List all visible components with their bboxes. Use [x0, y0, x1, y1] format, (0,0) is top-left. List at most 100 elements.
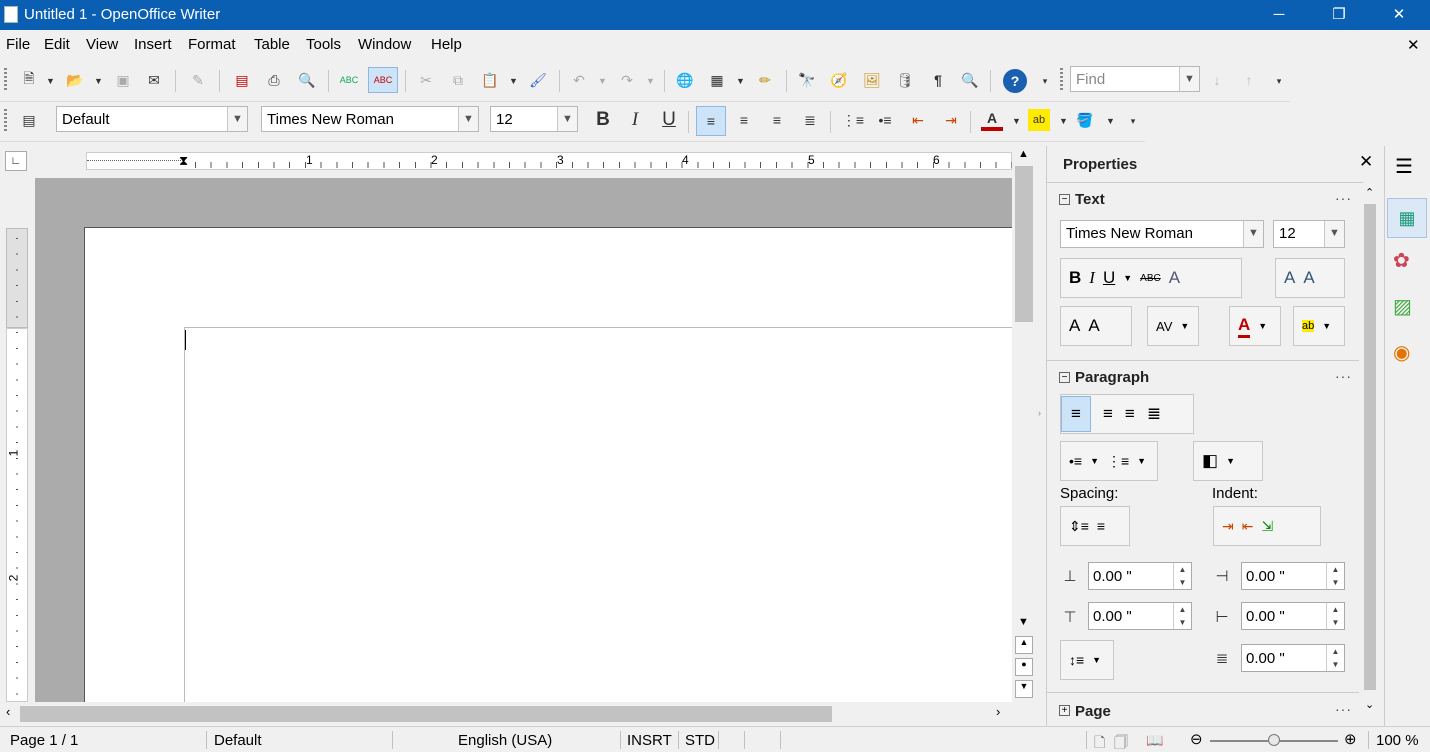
- find-toolbar-grip[interactable]: [1060, 68, 1063, 92]
- previous-page-icon[interactable]: ▲: [1015, 636, 1033, 654]
- find-dropdown-icon[interactable]: ▼: [1179, 67, 1199, 91]
- toolbar-options-icon[interactable]: ▾: [1038, 70, 1052, 92]
- menu-table[interactable]: Table: [254, 36, 290, 53]
- page-count[interactable]: Page 1 / 1: [10, 732, 78, 749]
- multi-page-view-icon[interactable]: 🗍: [1114, 732, 1128, 752]
- selection-mode[interactable]: STD: [685, 732, 715, 749]
- subscript-icon[interactable]: A: [1088, 316, 1099, 336]
- scroll-right-icon[interactable]: ›: [996, 704, 1000, 719]
- increase-font-icon[interactable]: A: [1284, 268, 1295, 288]
- menu-insert[interactable]: Insert: [134, 36, 172, 53]
- sidebar-decrease-indent-icon[interactable]: ⇤: [1242, 518, 1254, 535]
- auto-spellcheck-icon[interactable]: ABC: [368, 67, 398, 93]
- above-spacing-input[interactable]: 0.00 " ▲ ▼: [1088, 562, 1192, 590]
- close-document-button[interactable]: ✕: [1407, 36, 1420, 54]
- text-section-toggle[interactable]: −: [1059, 194, 1070, 205]
- paste-dropdown-icon[interactable]: ▼: [509, 76, 518, 86]
- justify-icon[interactable]: ≣: [799, 109, 821, 131]
- data-sources-icon[interactable]: 🛢: [894, 69, 916, 91]
- align-left-icon[interactable]: ≡: [696, 106, 726, 136]
- email-icon[interactable]: ✉: [143, 69, 165, 91]
- strikethrough-icon[interactable]: ABC: [1140, 273, 1161, 284]
- menu-edit[interactable]: Edit: [44, 36, 70, 53]
- sidebar-menu-icon[interactable]: ☰: [1395, 154, 1413, 179]
- decrease-font-icon[interactable]: A: [1303, 268, 1314, 288]
- gallery-tab-icon[interactable]: ▨: [1393, 294, 1412, 319]
- after-indent-input[interactable]: 0.00 " ▲ ▼: [1241, 602, 1345, 630]
- vertical-ruler[interactable]: 1 2: [0, 176, 35, 702]
- paragraph-background-icon[interactable]: ◧: [1202, 451, 1218, 471]
- scroll-up-icon[interactable]: ▲: [1018, 148, 1029, 160]
- text-section-title[interactable]: Text: [1075, 191, 1105, 208]
- next-page-icon[interactable]: ▼: [1015, 680, 1033, 698]
- print-icon[interactable]: ⎙: [263, 69, 285, 91]
- zoom-slider-handle[interactable]: [1268, 734, 1280, 746]
- help-icon[interactable]: ?: [1003, 69, 1027, 93]
- sidebar-numbering-icon[interactable]: ⋮≡: [1107, 453, 1129, 470]
- toolbar-grip[interactable]: [4, 109, 7, 133]
- paragraph-section-title[interactable]: Paragraph: [1075, 369, 1149, 386]
- sidebar-splitter[interactable]: ›: [1036, 146, 1046, 726]
- scroll-down-icon[interactable]: ▼: [1018, 616, 1029, 628]
- undo-dropdown-icon[interactable]: ▼: [598, 76, 607, 86]
- insert-mode[interactable]: INSRT: [627, 732, 672, 749]
- language[interactable]: English (USA): [458, 732, 552, 749]
- horizontal-scrollbar[interactable]: ‹ ›: [0, 702, 1036, 726]
- superscript-icon[interactable]: A: [1069, 316, 1080, 336]
- edit-file-icon[interactable]: ✎: [187, 69, 209, 91]
- navigator-tab-icon[interactable]: ◉: [1393, 340, 1410, 365]
- maximize-button[interactable]: ❐: [1316, 0, 1362, 30]
- menu-window[interactable]: Window: [358, 36, 411, 53]
- sidebar-font-color-icon[interactable]: A: [1238, 315, 1251, 338]
- highlighting-dropdown-icon[interactable]: ▼: [1059, 116, 1068, 126]
- before-indent-input[interactable]: 0.00 " ▲ ▼: [1241, 562, 1345, 590]
- decrease-paragraph-spacing-icon[interactable]: ≡: [1097, 518, 1105, 534]
- new-dropdown-icon[interactable]: ▼: [46, 76, 55, 86]
- font-size-select[interactable]: 12 ▼: [490, 106, 578, 132]
- align-right-icon[interactable]: ≡: [766, 109, 788, 131]
- save-icon[interactable]: ▣: [112, 69, 134, 91]
- toolbar-options-icon[interactable]: ▾: [1126, 110, 1140, 132]
- styles-tab-icon[interactable]: ✿: [1393, 248, 1410, 273]
- below-spacing-input[interactable]: 0.00 " ▲ ▼: [1088, 602, 1192, 630]
- background-color-dropdown-icon[interactable]: ▼: [1106, 116, 1115, 126]
- sidebar-align-center-icon[interactable]: ≡: [1103, 404, 1113, 424]
- clone-formatting-icon[interactable]: 🖌: [527, 69, 549, 91]
- sidebar-underline-icon[interactable]: U: [1103, 268, 1115, 288]
- show-draw-functions-icon[interactable]: ✏: [754, 69, 776, 91]
- background-color-icon[interactable]: 🪣: [1074, 109, 1096, 131]
- sidebar-scroll-thumb[interactable]: [1364, 204, 1376, 690]
- navigator-icon[interactable]: 🧭: [828, 69, 850, 91]
- single-page-view-icon[interactable]: 🗋: [1094, 732, 1105, 752]
- properties-tab-icon[interactable]: ▦: [1387, 198, 1427, 238]
- horizontal-scroll-thumb[interactable]: [20, 706, 832, 722]
- table-icon[interactable]: ▦: [706, 69, 728, 91]
- underline-button[interactable]: U: [658, 109, 680, 131]
- horizontal-ruler[interactable]: ∟ ⧗ 1 2 3 4 5 6: [0, 146, 1013, 176]
- page-section-toggle[interactable]: +: [1059, 705, 1070, 716]
- zoom-in-icon[interactable]: ⊕: [1344, 730, 1357, 748]
- minimize-button[interactable]: ─: [1256, 0, 1302, 30]
- decrease-indent-icon[interactable]: ⇤: [907, 109, 929, 131]
- align-center-icon[interactable]: ≡: [733, 109, 755, 131]
- redo-icon[interactable]: ↷: [616, 69, 638, 91]
- hyperlink-icon[interactable]: 🌐: [674, 69, 696, 91]
- text-more-options-icon[interactable]: ···: [1335, 190, 1352, 206]
- sidebar-font-select[interactable]: Times New Roman ▼: [1060, 220, 1264, 248]
- sidebar-font-size-select[interactable]: 12 ▼: [1273, 220, 1345, 248]
- find-previous-icon[interactable]: ↑: [1238, 69, 1260, 91]
- export-pdf-icon[interactable]: ▤: [231, 69, 253, 91]
- cut-icon[interactable]: ✂: [415, 69, 437, 91]
- sidebar-scrollbar[interactable]: ⌃ ⌄: [1361, 186, 1379, 716]
- navigation-icon[interactable]: ●: [1015, 658, 1033, 676]
- paragraph-more-options-icon[interactable]: ···: [1335, 368, 1352, 384]
- find-next-icon[interactable]: ↓: [1206, 69, 1228, 91]
- highlighting-icon[interactable]: ab: [1028, 109, 1050, 131]
- find-replace-icon[interactable]: 🔭: [796, 69, 818, 91]
- new-document-icon[interactable]: 🗎: [18, 69, 40, 91]
- font-name-select[interactable]: Times New Roman ▼: [261, 106, 479, 132]
- copy-icon[interactable]: ⧉: [447, 69, 469, 91]
- character-spacing-icon[interactable]: AV: [1156, 319, 1172, 334]
- sidebar-increase-indent-icon[interactable]: ⇥: [1222, 518, 1234, 535]
- redo-dropdown-icon[interactable]: ▼: [646, 76, 655, 86]
